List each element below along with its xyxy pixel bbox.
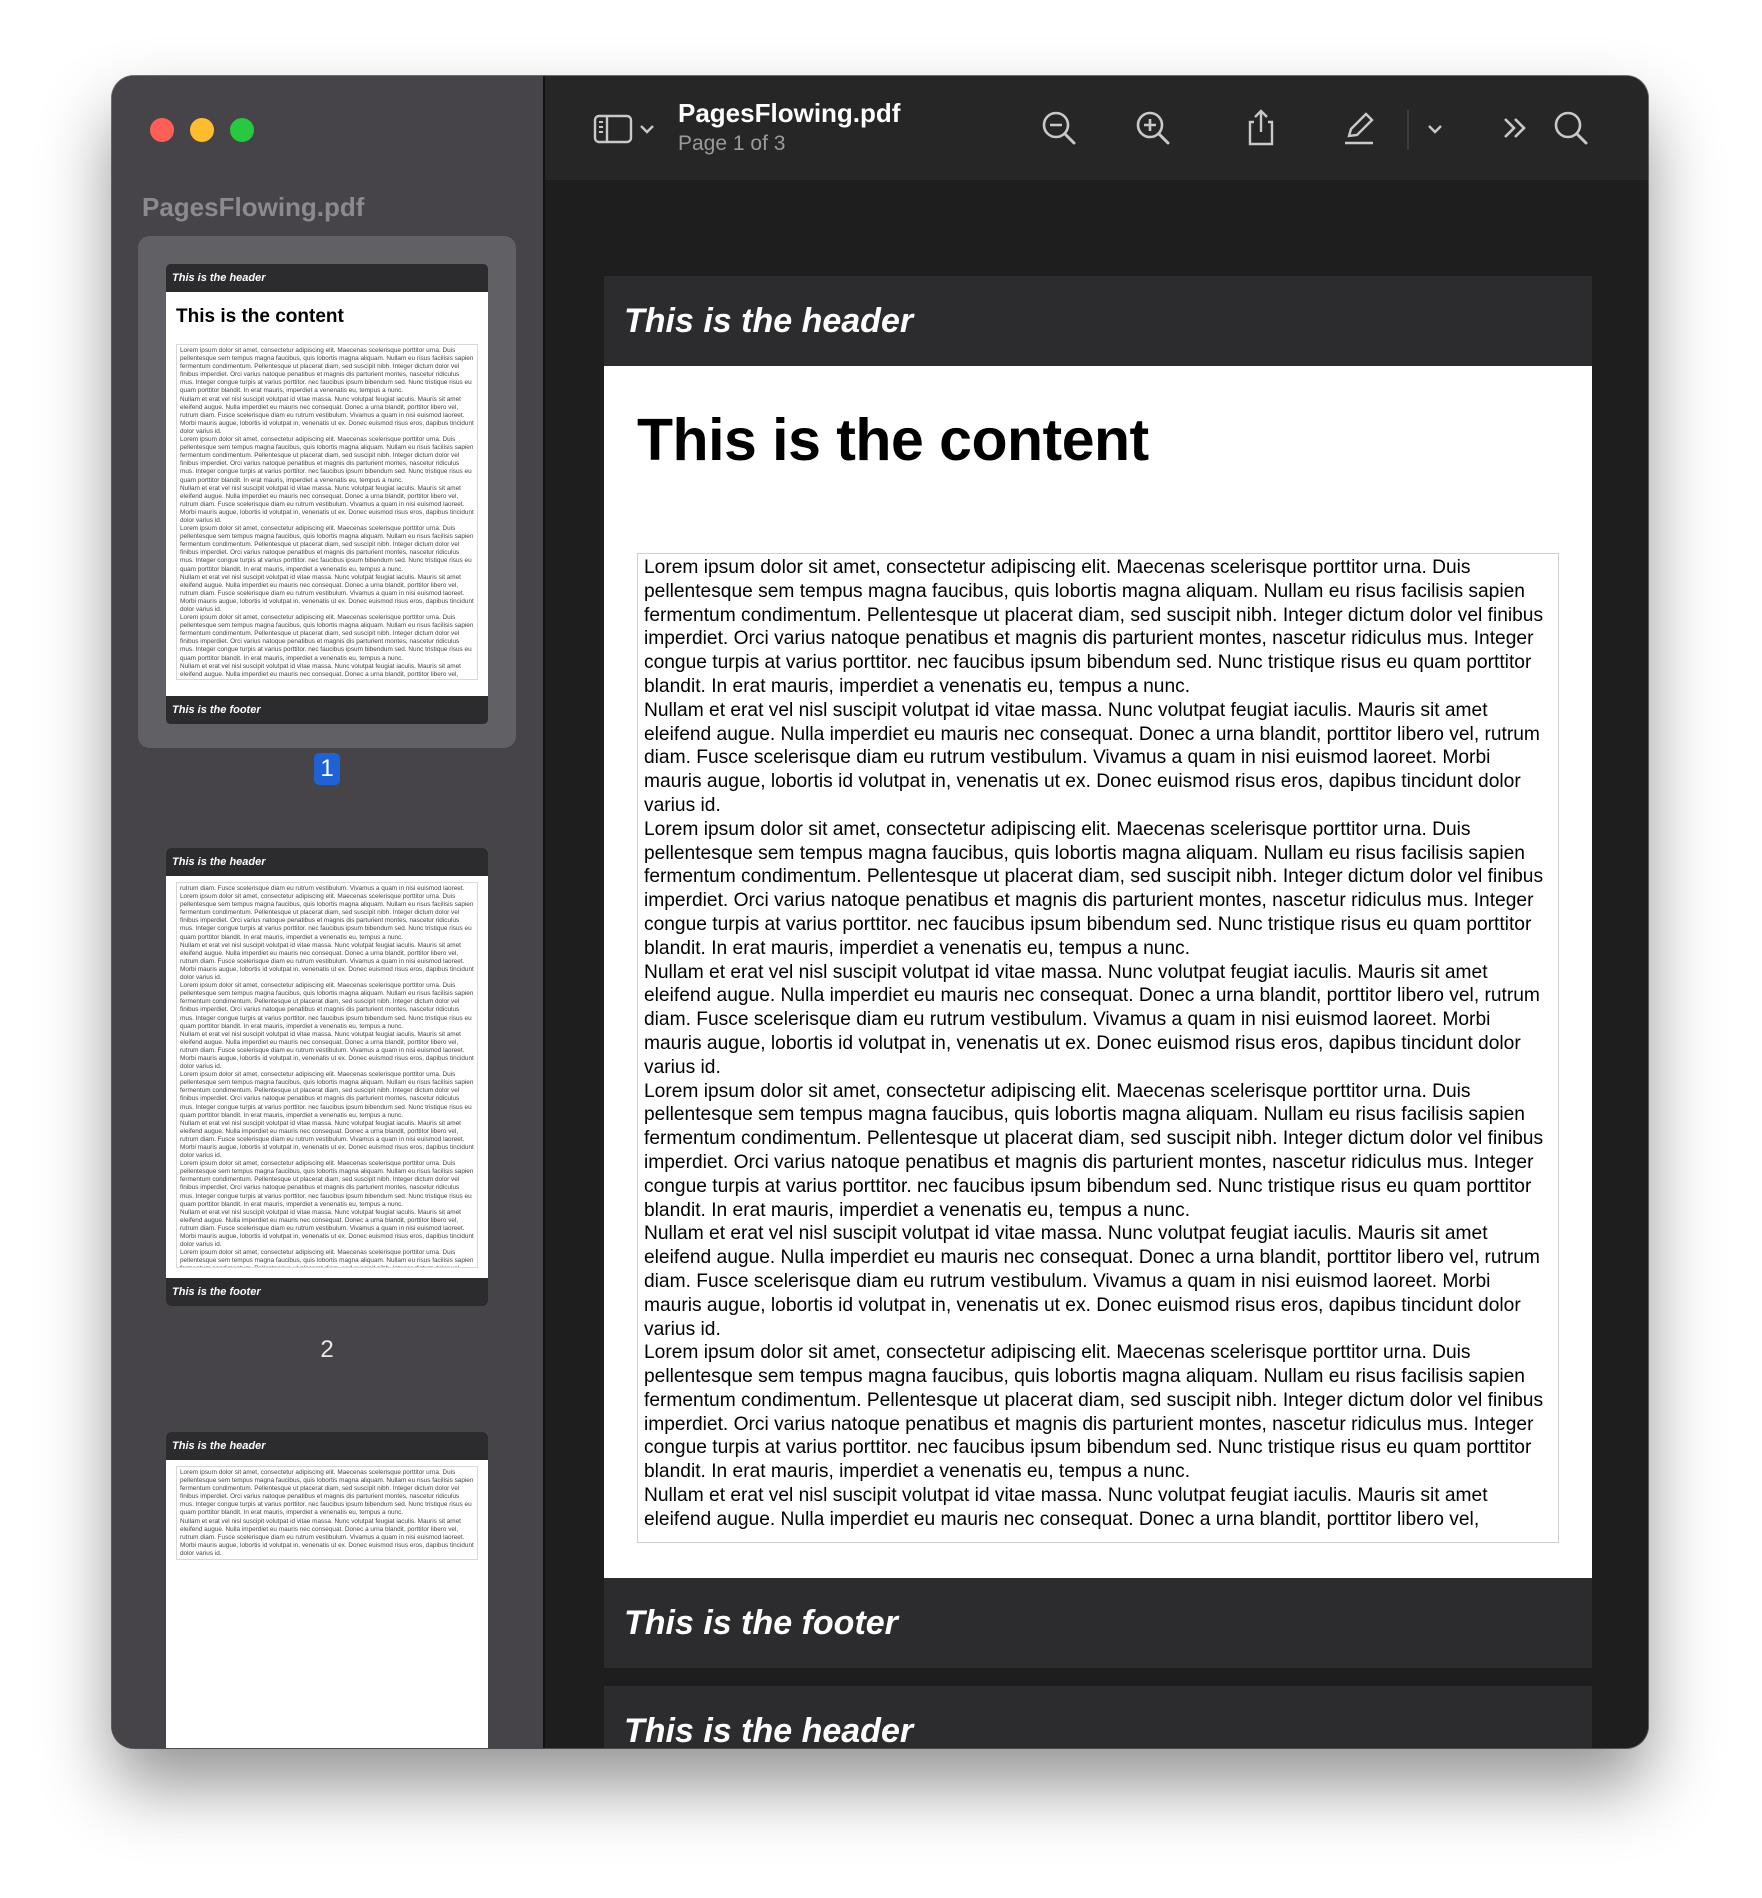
thumbnail-footer: This is the footer [166,1278,488,1306]
content-title: This is the content [637,407,1149,473]
share-icon[interactable] [1241,108,1281,148]
zoom-in-icon[interactable] [1133,108,1173,148]
thumbnail-text-box: rutrum diam. Fusce scelerisque diam eu r… [176,882,478,1268]
chevron-down-icon[interactable] [637,108,657,148]
paragraph: Nullam et erat vel nisl suscipit volutpa… [644,1485,1488,1530]
sidebar-title: PagesFlowing.pdf [142,192,365,222]
paragraph: Nullam et erat vel nisl suscipit volutpa… [644,961,1540,1078]
thumbnail-content-title: This is the content [176,306,344,327]
document-title: PagesFlowing.pdf [678,98,901,128]
page-1-body: This is the content Lorem ipsum dolor si… [604,366,1592,1578]
zoom-out-icon[interactable] [1039,108,1079,148]
page-status: Page 1 of 3 [678,132,786,155]
page-number-badge: 1 [314,753,340,785]
paragraph: Nullam et erat vel nisl suscipit volutpa… [644,1223,1540,1340]
toolbar: PagesFlowing.pdf Page 1 of 3 [545,76,1648,180]
thumbnail-footer: This is the footer [166,696,488,724]
preview-window: PagesFlowing.pdf This is the header This… [112,76,1648,1748]
paragraph: Lorem ipsum dolor sit amet, consectetur … [644,1342,1544,1483]
more-tools-icon[interactable] [1495,108,1535,148]
zoom-window-button[interactable] [230,118,254,142]
paragraph: Lorem ipsum dolor sit amet, consectetur … [644,557,1544,697]
markup-pen-icon[interactable] [1339,108,1379,148]
thumbnail-text-box: Lorem ipsum dolor sit amet, consectetur … [176,344,478,680]
paragraph: Nullam et erat vel nisl suscipit volutpa… [644,699,1540,816]
page-number-label: 2 [320,1336,334,1363]
thumbnail-header: This is the header [166,264,488,292]
thumbnail-page-3[interactable]: This is the header Lorem ipsum dolor sit… [166,1432,488,1748]
sidebar-toggle-icon[interactable] [591,108,635,148]
paragraph: Lorem ipsum dolor sit amet, consectetur … [644,1080,1544,1221]
thumbnail-header: This is the header [166,848,488,876]
paragraph: Lorem ipsum dolor sit amet, consectetur … [644,818,1544,959]
page-header: This is the header [604,1686,1592,1748]
thumbnail-page-2[interactable]: This is the header rutrum diam. Fusce sc… [166,848,488,1306]
thumbnail-text-box: Lorem ipsum dolor sit amet, consectetur … [176,1466,478,1560]
thumbnail-sidebar: PagesFlowing.pdf This is the header This… [112,76,545,1748]
toolbar-divider [1407,110,1409,150]
thumbnail-header: This is the header [166,1432,488,1460]
page-header: This is the header [604,276,1592,366]
search-icon[interactable] [1551,108,1591,148]
thumbnail-page-1[interactable]: This is the header This is the content L… [166,264,488,724]
chevron-down-icon[interactable] [1423,108,1447,148]
document-viewer[interactable]: This is the header This is the content L… [545,180,1648,1748]
page-footer: This is the footer [604,1578,1592,1668]
close-window-button[interactable] [150,118,174,142]
content-text-box: Lorem ipsum dolor sit amet, consectetur … [637,553,1559,1543]
minimize-window-button[interactable] [190,118,214,142]
